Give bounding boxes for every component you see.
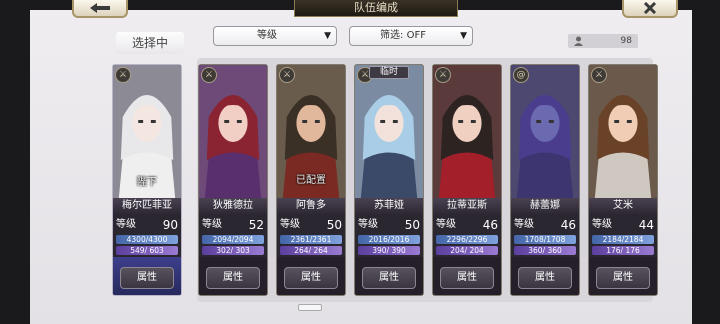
level-row: 等级 52 — [202, 217, 264, 233]
level-row: 等级 50 — [280, 217, 342, 233]
sword-icon: ⚔ — [115, 67, 131, 83]
hp-bar: 2296/2296 — [436, 235, 498, 244]
status-label: 已配置 — [296, 175, 326, 186]
character-name: 艾米 — [589, 198, 657, 214]
back-button[interactable] — [72, 0, 128, 18]
character-card[interactable]: @ 赫蕾娜等级 46 1708/1708 360/ 360 属性 — [510, 64, 580, 296]
mp-bar: 176/ 176 — [592, 246, 654, 255]
mp-bar: 302/ 303 — [202, 246, 264, 255]
character-card[interactable]: ⚔ 狄雅德拉等级 52 2094/2094 302/ 303 属性 — [198, 64, 268, 296]
attribute-button[interactable]: 属性 — [362, 267, 416, 289]
character-name: 阿鲁多 — [277, 198, 345, 214]
character-name: 拉蒂亚斯 — [433, 198, 501, 214]
attribute-button[interactable]: 属性 — [206, 267, 260, 289]
level-label: 等级 — [280, 219, 300, 230]
character-portrait — [511, 65, 579, 198]
sword-icon: ⚔ — [201, 67, 217, 83]
character-card[interactable]: ⚔ 临时 苏菲娅 等级 50 2016/2016 390/ 390 属性 — [354, 64, 424, 296]
character-portrait — [433, 65, 501, 198]
page-title: 队伍编成 — [294, 0, 458, 17]
level-value: 50 — [326, 218, 342, 232]
attribute-button[interactable]: 属性 — [518, 267, 572, 289]
sword-icon: ⚔ — [591, 67, 607, 83]
level-label: 等级 — [514, 219, 534, 230]
left-border — [0, 0, 28, 324]
level-row: 等级 44 — [592, 217, 654, 233]
level-label: 等级 — [436, 219, 456, 230]
hp-bar: 2016/2016 — [358, 235, 420, 244]
chevron-down-icon: ▼ — [460, 31, 467, 41]
level-row: 等级 50 — [358, 217, 420, 233]
character-card[interactable]: ⚔ 陛下梅尔匹菲亚等级 90 4300/4300 549/ 603 属性 — [112, 64, 182, 296]
hp-bar: 4300/4300 — [116, 235, 178, 244]
sort-label: 等级 — [257, 30, 277, 41]
level-row: 等级 90 — [116, 217, 178, 233]
filter-label: 筛选: OFF — [380, 30, 426, 41]
level-value: 46 — [482, 218, 498, 232]
level-label: 等级 — [116, 219, 136, 230]
filter-dropdown[interactable]: 筛选: OFF ▼ — [349, 26, 473, 46]
level-value: 44 — [638, 218, 654, 232]
selecting-label: 选择中 — [116, 32, 184, 54]
level-value: 50 — [404, 218, 420, 232]
attribute-button[interactable]: 属性 — [440, 267, 494, 289]
level-value: 52 — [248, 218, 264, 232]
level-label: 等级 — [592, 219, 612, 230]
right-border — [690, 0, 720, 324]
hp-bar: 2094/2094 — [202, 235, 264, 244]
attribute-button[interactable]: 属性 — [120, 267, 174, 289]
hp-bar: 1708/1708 — [514, 235, 576, 244]
scroll-indicator[interactable] — [298, 304, 322, 311]
level-value: 90 — [162, 218, 178, 232]
sword-icon: ⚔ — [279, 67, 295, 83]
mp-bar: 549/ 603 — [116, 246, 178, 255]
temporary-tag: 临时 — [369, 66, 409, 79]
close-x-icon — [643, 2, 657, 14]
character-name: 狄雅德拉 — [199, 198, 267, 214]
mp-bar: 360/ 360 — [514, 246, 576, 255]
hp-bar: 2184/2184 — [592, 235, 654, 244]
character-card[interactable]: ⚔ 已配置阿鲁多等级 50 2361/2361 264/ 264 属性 — [276, 64, 346, 296]
level-value: 46 — [560, 218, 576, 232]
character-portrait — [589, 65, 657, 198]
character-name: 赫蕾娜 — [511, 198, 579, 214]
level-row: 等级 46 — [514, 217, 576, 233]
character-portrait — [355, 65, 423, 198]
spiral-icon: @ — [513, 67, 529, 83]
character-card[interactable]: ⚔ 艾米等级 44 2184/2184 176/ 176 属性 — [588, 64, 658, 296]
close-button[interactable] — [622, 0, 678, 18]
person-icon — [574, 36, 583, 46]
level-label: 等级 — [358, 219, 378, 230]
chevron-down-icon: ▼ — [324, 31, 331, 41]
back-arrow-icon — [90, 3, 110, 13]
mp-bar: 204/ 204 — [436, 246, 498, 255]
character-name: 梅尔匹菲亚 — [113, 198, 181, 214]
character-portrait — [199, 65, 267, 198]
level-row: 等级 46 — [436, 217, 498, 233]
sort-dropdown[interactable]: 等级 ▼ — [213, 26, 337, 46]
character-name: 苏菲娅 — [355, 198, 423, 214]
sword-icon: ⚔ — [435, 67, 451, 83]
unit-count: 98 — [568, 34, 638, 48]
status-label: 陛下 — [137, 177, 157, 188]
unit-count-value: 98 — [620, 36, 632, 46]
level-label: 等级 — [202, 219, 222, 230]
attribute-button[interactable]: 属性 — [284, 267, 338, 289]
attribute-button[interactable]: 属性 — [596, 267, 650, 289]
game-screen: 队伍编成 等级 ▼ 筛选: OFF ▼ 98 选择中 ⚔ 陛下 梅尔匹菲亚 等级 90 4… — [0, 0, 720, 324]
mp-bar: 264/ 264 — [280, 246, 342, 255]
character-card[interactable]: ⚔ 拉蒂亚斯等级 46 2296/2296 204/ 204 属性 — [432, 64, 502, 296]
hp-bar: 2361/2361 — [280, 235, 342, 244]
mp-bar: 390/ 390 — [358, 246, 420, 255]
